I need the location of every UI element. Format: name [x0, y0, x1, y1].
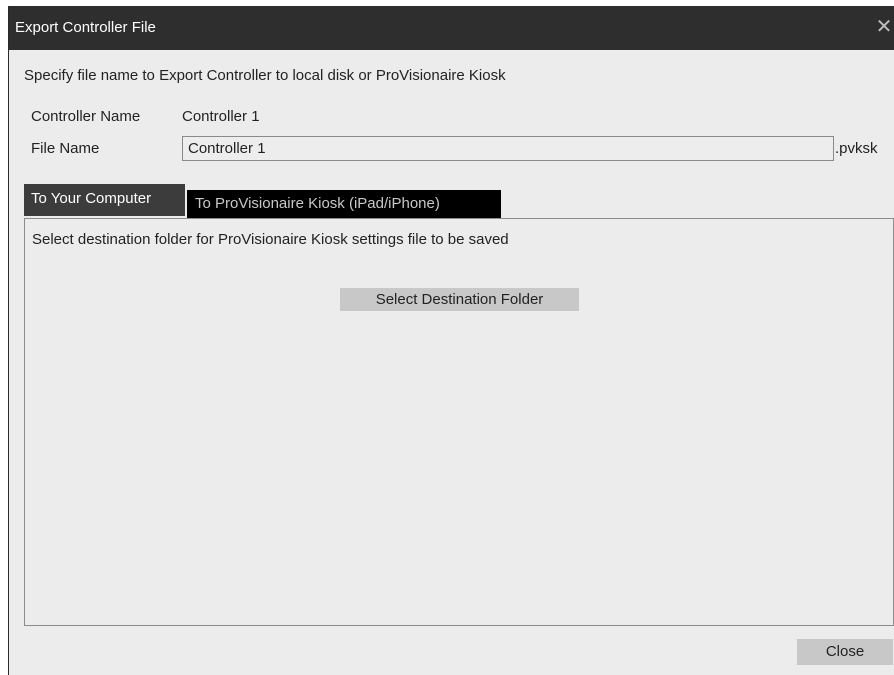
close-icon[interactable]: ✕	[873, 14, 894, 40]
tab-to-provisionaire-kiosk[interactable]: To ProVisionaire Kiosk (iPad/iPhone)	[187, 190, 501, 218]
tab-panel: Select destination folder for ProVisiona…	[24, 218, 894, 626]
destination-description: Select destination folder for ProVisiona…	[32, 231, 509, 248]
select-destination-folder-button[interactable]: Select Destination Folder	[340, 288, 579, 311]
file-name-label: File Name	[31, 140, 100, 157]
export-controller-dialog: Export Controller File ✕ Specify file na…	[8, 6, 894, 675]
controller-name-label: Controller Name	[31, 108, 141, 125]
dialog-title: Export Controller File	[15, 19, 156, 36]
file-extension-label: .pvksk	[835, 140, 878, 157]
title-bar: Export Controller File ✕	[9, 6, 894, 50]
tab-to-your-computer[interactable]: To Your Computer	[24, 184, 185, 216]
controller-name-value: Controller 1	[182, 108, 260, 125]
close-button[interactable]: Close	[797, 639, 893, 665]
file-name-input[interactable]	[182, 136, 834, 161]
instruction-text: Specify file name to Export Controller t…	[24, 67, 506, 84]
